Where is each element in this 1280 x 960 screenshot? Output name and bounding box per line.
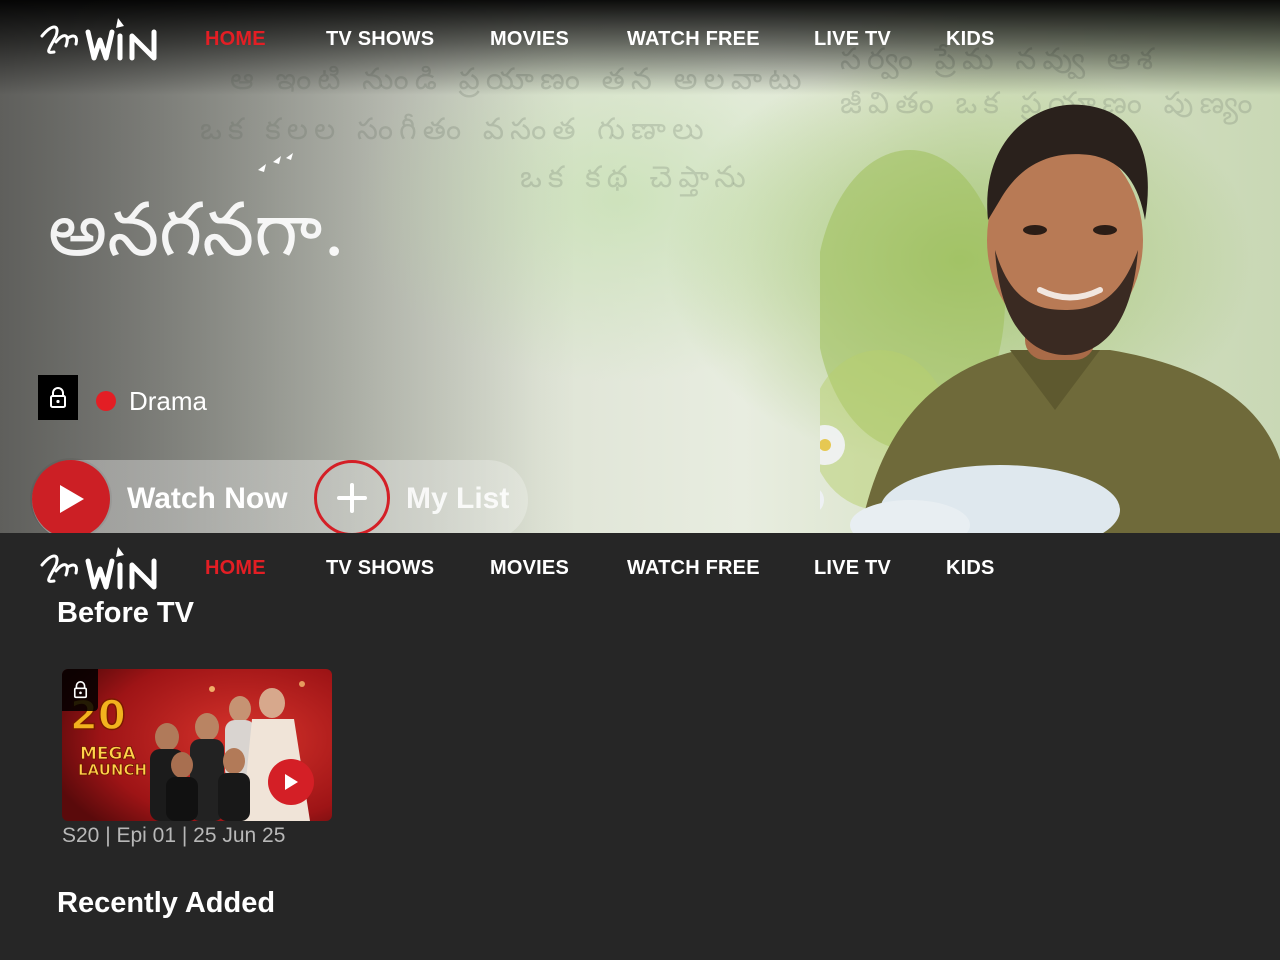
episode-meta: S20 | Epi 01 | 25 Jun 25: [62, 824, 286, 847]
nav-home[interactable]: HOME: [205, 557, 266, 580]
svg-text:అనగనగా...: అనగనగా...: [48, 187, 348, 273]
nav-tv-shows[interactable]: TV SHOWS: [326, 557, 434, 580]
nav-movies[interactable]: MOVIES: [490, 28, 569, 51]
watch-now-label[interactable]: Watch Now: [127, 482, 288, 516]
nav-live-tv[interactable]: LIVE TV: [814, 28, 891, 51]
svg-text:LAUNCH: LAUNCH: [78, 761, 147, 779]
nav-tv-shows[interactable]: TV SHOWS: [326, 28, 434, 51]
nav-watch-free[interactable]: WATCH FREE: [627, 557, 760, 580]
lock-icon: [73, 681, 87, 699]
card-play-button[interactable]: [268, 759, 314, 805]
etv-win-logo[interactable]: [38, 543, 160, 595]
card-lock-badge: [62, 669, 98, 711]
play-icon: [60, 485, 84, 513]
premium-lock-badge: [38, 375, 78, 420]
nav-kids[interactable]: KIDS: [946, 557, 995, 580]
etv-win-logo[interactable]: [38, 14, 160, 66]
top-nav: HOME TV SHOWS MOVIES WATCH FREE LIVE TV …: [0, 0, 1280, 80]
watch-now-button[interactable]: [32, 460, 110, 533]
genre-dot: [96, 391, 116, 411]
sticky-nav: HOME TV SHOWS MOVIES WATCH FREE LIVE TV …: [0, 533, 1280, 605]
nav-live-tv[interactable]: LIVE TV: [814, 557, 891, 580]
play-icon: [285, 774, 298, 790]
nav-kids[interactable]: KIDS: [946, 28, 995, 51]
plus-icon: [337, 483, 367, 513]
my-list-label[interactable]: My List: [406, 482, 509, 516]
hero-banner: ఆ ఇంటి నుండి ప్రయాణం తన అలవాటు ఒక కలల సం…: [0, 0, 1280, 533]
nav-home[interactable]: HOME: [205, 28, 266, 51]
page: ఆ ఇంటి నుండి ప్రయాణం తన అలవాటు ఒక కలల సం…: [0, 0, 1280, 960]
genre-label: Drama: [129, 386, 208, 416]
my-list-button[interactable]: [314, 460, 390, 533]
lock-icon: [50, 386, 66, 408]
nav-movies[interactable]: MOVIES: [490, 557, 569, 580]
section-title-before-tv: Before TV: [57, 597, 194, 629]
show-title-art: అనగనగా...: [48, 153, 348, 273]
section-title-recently-added: Recently Added: [57, 887, 276, 919]
nav-watch-free[interactable]: WATCH FREE: [627, 28, 760, 51]
